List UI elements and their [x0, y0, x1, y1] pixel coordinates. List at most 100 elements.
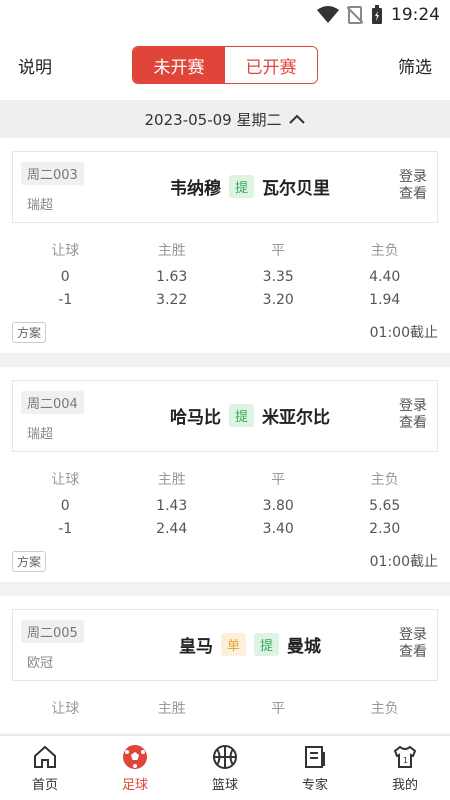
- no-sim-icon: [347, 6, 363, 24]
- league-name: 欧冠: [27, 656, 54, 671]
- filter-button[interactable]: 筛选: [398, 53, 432, 78]
- tab-mine[interactable]: 1 我的: [360, 736, 450, 800]
- col-home-lose: 主负: [370, 243, 399, 259]
- home-team: 皇马: [178, 637, 213, 657]
- match-status-toggle: 未开赛 已开赛: [132, 46, 318, 84]
- chevron-up-icon: [289, 114, 306, 124]
- odds-cell: 3.40: [262, 520, 294, 537]
- col-draw: 平: [271, 701, 286, 717]
- odds-cell: -1: [58, 520, 73, 537]
- col-home-lose: 主负: [370, 701, 399, 717]
- battery-icon: [372, 5, 382, 24]
- match-card[interactable]: 周二005 欧冠 皇马 单 提 曼城 登录 查看 让球 主胜 平 主负: [0, 596, 450, 733]
- jersey-icon: 1: [393, 745, 417, 768]
- odds-cell: 3.22: [156, 291, 188, 308]
- odds-row[interactable]: 0 1.43 3.80 5.65: [12, 494, 438, 517]
- col-draw: 平: [271, 243, 286, 259]
- login-to-view-button[interactable]: 登录 查看: [399, 627, 427, 661]
- card-footer: 方案 01:00截止: [12, 550, 438, 572]
- match-code: 周二005: [21, 620, 84, 643]
- view-label: 查看: [399, 186, 427, 202]
- odds-cell: 0: [60, 497, 70, 514]
- odds-header-row: 让球 主胜 平 主负: [12, 237, 438, 263]
- odds-cell: 3.20: [262, 291, 294, 308]
- odds-cell: 1.94: [369, 291, 401, 308]
- tab-label: 专家: [301, 777, 328, 793]
- plan-badge[interactable]: 方案: [12, 321, 47, 343]
- top-header: 说明 未开赛 已开赛 筛选: [0, 30, 450, 100]
- match-card[interactable]: 周二004 瑞超 哈马比 提 米亚尔比 登录 查看 让球 主胜 平 主负 0 1…: [0, 367, 450, 582]
- col-home-win: 主胜: [157, 243, 186, 259]
- match-code: 周二004: [21, 391, 84, 414]
- login-label: 登录: [399, 398, 427, 414]
- tab-basketball[interactable]: 篮球: [180, 736, 270, 800]
- home-team: 哈马比: [169, 408, 221, 428]
- view-label: 查看: [399, 644, 427, 660]
- tab-label: 篮球: [211, 777, 238, 793]
- col-handicap: 让球: [51, 243, 80, 259]
- away-team: 米亚尔比: [262, 408, 330, 428]
- plan-badge[interactable]: 方案: [12, 550, 47, 572]
- tip-badge: 提: [228, 175, 254, 198]
- match-list: 周二003 瑞超 韦纳穆 提 瓦尔贝里 登录 查看 让球 主胜 平 主负 0 1…: [0, 138, 450, 735]
- date-label: 2023-05-09 星期二: [144, 110, 282, 129]
- col-handicap: 让球: [51, 472, 80, 488]
- col-home-lose: 主负: [370, 472, 399, 488]
- away-team: 曼城: [287, 637, 322, 657]
- tab-started[interactable]: 已开赛: [225, 47, 317, 83]
- teams: 皇马 单 提 曼城: [133, 632, 367, 657]
- odds-cell: 1.63: [156, 268, 188, 285]
- match-card[interactable]: 周二003 瑞超 韦纳穆 提 瓦尔贝里 登录 查看 让球 主胜 平 主负 0 1…: [0, 138, 450, 353]
- odds-cell: 4.40: [369, 268, 401, 285]
- odds-row[interactable]: 0 1.63 3.35 4.40: [12, 265, 438, 288]
- league-name: 瑞超: [27, 427, 54, 442]
- tip-badge: 提: [254, 633, 280, 656]
- match-header: 周二004 瑞超 哈马比 提 米亚尔比 登录 查看: [12, 380, 438, 452]
- single-badge: 单: [220, 633, 246, 656]
- tip-badge: 提: [228, 404, 254, 427]
- tab-expert[interactable]: 专家: [270, 736, 360, 800]
- status-time: 19:24: [391, 5, 440, 25]
- help-button[interactable]: 说明: [18, 53, 52, 78]
- odds-header-row: 让球 主胜 平 主负: [12, 695, 438, 721]
- match-header: 周二003 瑞超 韦纳穆 提 瓦尔贝里 登录 查看: [12, 151, 438, 223]
- odds-cell: 3.35: [262, 268, 294, 285]
- odds-cell: 1.43: [156, 497, 188, 514]
- odds-cell: 5.65: [369, 497, 401, 514]
- col-handicap: 让球: [51, 701, 80, 717]
- col-home-win: 主胜: [157, 472, 186, 488]
- login-to-view-button[interactable]: 登录 查看: [399, 398, 427, 432]
- odds-cell: 0: [60, 268, 70, 285]
- odds-cell: -1: [58, 291, 73, 308]
- col-home-win: 主胜: [157, 701, 186, 717]
- bottom-tab-bar: 首页 足球 篮球 专家 1 我的: [0, 735, 450, 800]
- card-footer: 方案 01:00截止: [12, 321, 438, 343]
- tab-football[interactable]: 足球: [90, 736, 180, 800]
- match-header: 周二005 欧冠 皇马 单 提 曼城 登录 查看: [12, 609, 438, 681]
- home-team: 韦纳穆: [169, 179, 221, 199]
- date-selector[interactable]: 2023-05-09 星期二: [0, 100, 450, 138]
- status-bar: 19:24: [0, 0, 450, 30]
- home-icon: [34, 745, 56, 768]
- teams: 韦纳穆 提 瓦尔贝里: [133, 174, 367, 199]
- odds-header-row: 让球 主胜 平 主负: [12, 466, 438, 492]
- odds-row[interactable]: -1 2.44 3.40 2.30: [12, 517, 438, 540]
- odds-cell: 3.80: [262, 497, 294, 514]
- wifi-icon: [317, 6, 339, 23]
- basketball-icon: [213, 744, 237, 769]
- tab-label: 足球: [121, 777, 148, 793]
- odds-table: 让球 主胜 平 主负 0 1.63 3.35 4.40 -1 3.22 3.20…: [12, 237, 438, 311]
- football-icon: [123, 744, 147, 769]
- odds-table: 让球 主胜 平 主负 0 1.43 3.80 5.65 -1 2.44 3.40…: [12, 466, 438, 540]
- expert-icon: [305, 745, 325, 768]
- match-code: 周二003: [21, 162, 84, 185]
- tab-home[interactable]: 首页: [0, 736, 90, 800]
- col-draw: 平: [271, 472, 286, 488]
- teams: 哈马比 提 米亚尔比: [133, 403, 367, 428]
- svg-text:1: 1: [403, 756, 408, 765]
- login-to-view-button[interactable]: 登录 查看: [399, 169, 427, 203]
- tab-label: 我的: [391, 777, 418, 793]
- tab-not-started[interactable]: 未开赛: [133, 47, 225, 83]
- odds-row[interactable]: -1 3.22 3.20 1.94: [12, 288, 438, 311]
- odds-cell: 2.44: [156, 520, 188, 537]
